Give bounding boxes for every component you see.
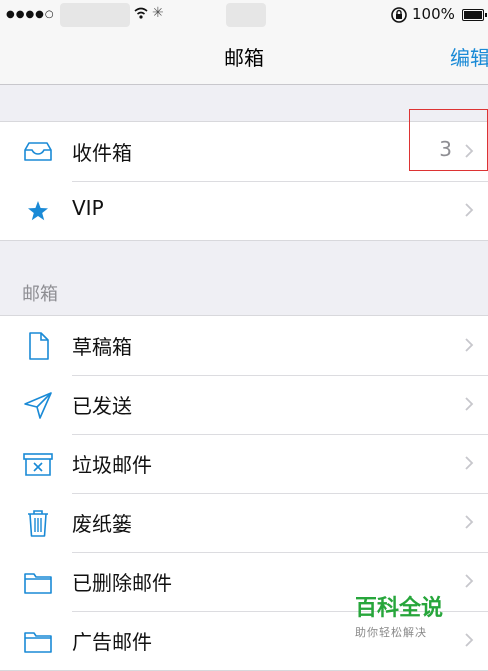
signal-strength-icon: ●●●●○ <box>6 9 55 20</box>
activity-spinner-icon: ✳ <box>152 5 164 21</box>
chevron-right-icon <box>465 574 474 588</box>
inbox-icon <box>24 142 52 161</box>
trash-icon <box>28 510 48 537</box>
paper-plane-icon <box>24 392 52 419</box>
chevron-right-icon <box>465 456 474 470</box>
chevron-right-icon <box>465 515 474 529</box>
battery-percentage: 100% <box>412 5 455 23</box>
chevron-right-icon <box>465 338 474 352</box>
junk-icon <box>23 453 53 476</box>
draft-icon <box>29 332 49 360</box>
highlight-box <box>409 109 488 171</box>
vip-label: VIP <box>72 196 104 220</box>
time-blurred <box>226 3 266 27</box>
page-title: 邮箱 <box>224 46 264 70</box>
watermark-subtitle: 助你轻松解决 <box>355 626 427 639</box>
trash-row[interactable]: 废纸篓 <box>0 493 488 552</box>
status-bar: ●●●●○ ✳ 100% <box>0 0 488 30</box>
drafts-row[interactable]: 草稿箱 <box>0 316 488 375</box>
ads-mail-label: 广告邮件 <box>72 630 152 654</box>
section-header-mailboxes: 邮箱 <box>22 284 58 305</box>
watermark-title: 百科全说 <box>355 596 444 621</box>
junk-row[interactable]: 垃圾邮件 <box>0 434 488 493</box>
carrier-blurred <box>60 3 130 27</box>
chevron-right-icon <box>465 203 474 217</box>
sent-row[interactable]: 已发送 <box>0 375 488 434</box>
deleted-mail-label: 已删除邮件 <box>72 571 172 595</box>
battery-icon <box>462 9 487 21</box>
wifi-icon <box>134 7 148 19</box>
folder-icon <box>24 573 52 594</box>
drafts-label: 草稿箱 <box>72 335 132 359</box>
rotation-lock-icon <box>391 7 407 23</box>
watermark: 百科全说 助你轻松解决 <box>355 590 455 640</box>
trash-label: 废纸篓 <box>72 512 132 536</box>
edit-button[interactable]: 编辑 <box>450 42 488 71</box>
folder-icon <box>24 632 52 653</box>
sent-label: 已发送 <box>72 394 132 418</box>
junk-label: 垃圾邮件 <box>72 453 152 477</box>
navigation-bar: 邮箱 编辑 <box>0 30 488 85</box>
chevron-right-icon <box>465 633 474 647</box>
star-icon <box>28 201 48 221</box>
chevron-right-icon <box>465 397 474 411</box>
inbox-label: 收件箱 <box>72 141 132 165</box>
vip-row[interactable]: VIP <box>0 181 488 240</box>
